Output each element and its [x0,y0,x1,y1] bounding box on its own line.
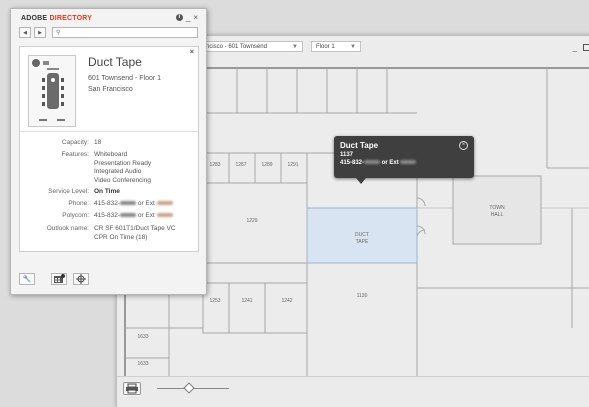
room-tooltip: Duct Tape × 1137 415-832- or Ext [334,136,474,184]
map-bottom-bar [117,376,589,407]
room-1633-label: 1633 [137,334,149,340]
directory-footer: 🔧 [19,273,198,287]
service-level-value: On Time [94,188,120,195]
location-dropdown[interactable]: ncisco - 601 Townsend ▼ [201,41,303,52]
calendar-button[interactable] [51,273,67,285]
feature-item: Integrated Audio [94,168,142,175]
phone-value: 415-832- or Ext [94,200,173,209]
service-level-label: Service Level: [48,188,89,195]
polycom-prefix: 415-832- [94,212,121,219]
location-dropdown-value: ncisco - 601 Townsend [206,44,267,50]
divider [20,131,198,132]
features-label: Features: [61,151,89,158]
town-hall-room-label[interactable]: TOWN HALL [477,205,517,219]
room-1229-label: 1229 [246,218,258,224]
feature-item: Video Conferencing [94,176,151,184]
settings-button[interactable]: 🔧 [19,273,35,285]
outlook-name-line-2: CPR On Time (18) [94,233,148,241]
brand-adobe: ADOBE [21,15,50,22]
tooltip-phone: 415-832- or Ext [340,160,417,166]
redacted-ext [156,213,173,218]
locate-button[interactable] [73,273,89,285]
phone-mid: or Ext [137,200,155,207]
room-1241-label: 1241 [241,298,253,304]
redacted-ext [400,160,417,165]
forward-button[interactable]: ▶ [34,27,46,38]
room-1291-label: 1291 [287,162,299,168]
tooltip-pointer [356,178,366,184]
search-input[interactable]: ⚲ [52,27,198,38]
feature-item: Whiteboard [94,151,128,158]
room-1283-label: 1283 [209,162,221,168]
room-1289-label: 1289 [261,162,273,168]
room-layout-thumbnail [28,55,76,127]
outlook-name-line-1: CR SF 601T1/Duct Tape VC [94,225,176,232]
nav-row: ◀ ▶ ⚲ [19,27,198,39]
printer-icon [126,383,138,394]
header-icons: i _ × [173,13,198,22]
phone-prefix: 415-832- [94,200,121,207]
address-line-1: 601 Townsend - Floor 1 [88,75,162,82]
info-icon[interactable]: i [175,14,183,22]
close-icon[interactable]: × [193,13,198,22]
chevron-down-icon: ▼ [292,44,298,50]
room-1287-label: 1287 [235,162,247,168]
tooltip-room-number: 1137 [340,152,354,158]
minimize-icon[interactable]: _ [573,43,577,52]
app-title: ADOBE DIRECTORY [21,15,92,22]
zoom-slider[interactable] [157,382,229,394]
search-icon: ⚲ [56,30,61,36]
room-name: Duct Tape [88,55,142,69]
polycom-label: Polycom: [62,212,89,219]
duct-tape-room-label[interactable]: DUCT TAPE [342,232,382,246]
room-1242-label: 1242 [281,298,293,304]
print-button[interactable] [123,382,141,395]
redacted-phone [364,160,381,165]
card-close-icon[interactable]: × [190,49,194,56]
redacted-phone [120,213,137,218]
back-button[interactable]: ◀ [19,27,31,38]
calendar-icon [54,274,65,283]
polycom-mid: or Ext [137,212,155,219]
floor-dropdown-value: Floor 1 [316,44,335,50]
room-layout-icon [32,59,65,121]
capacity-value: 18 [94,139,102,146]
tooltip-title: Duct Tape [340,141,379,150]
capacity-label: Capacity: [61,139,89,146]
directory-header: ADOBE DIRECTORY i _ × [11,9,206,27]
room-address: 601 Townsend - Floor 1 San Francisco [88,73,161,95]
redacted-ext [156,201,173,206]
minimize-icon[interactable]: _ [186,13,190,22]
room-1633b-label: 1633 [137,361,149,367]
brand-directory: DIRECTORY [49,15,93,22]
zoom-slider-handle[interactable] [183,382,195,394]
tooltip-phone-prefix: 415-832- [340,160,365,166]
maximize-icon[interactable] [583,44,589,51]
room-1130-label: 1130 [356,293,368,299]
wrench-icon: 🔧 [22,276,32,283]
address-line-2: San Francisco [88,86,133,93]
tooltip-close-icon[interactable]: × [459,141,468,150]
outlook-label: Outlook name: [46,225,89,232]
floor-dropdown[interactable]: Floor 1 ▼ [311,41,361,52]
adobe-directory-panel: ADOBE DIRECTORY i _ × ◀ ▶ ⚲ × Duct Tape … [10,8,207,295]
chevron-down-icon: ▼ [350,44,356,50]
redacted-phone [120,201,137,206]
room-detail-card: × Duct Tape 601 Townsend - Floor 1 San F… [19,46,199,252]
crosshair-icon [76,274,86,284]
polycom-value: 415-832- or Ext [94,212,173,221]
feature-item: Presentation Ready [94,159,152,167]
room-1253-label: 1253 [209,298,221,304]
tooltip-phone-mid: or Ext [381,160,399,166]
phone-label: Phone: [68,200,89,207]
